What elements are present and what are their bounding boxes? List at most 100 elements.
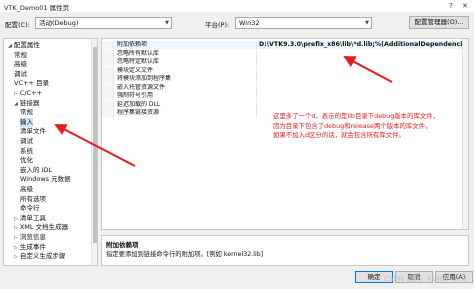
- platform-label: 平台(P):: [205, 21, 230, 29]
- chevron-right-icon[interactable]: ▷: [14, 91, 18, 97]
- tree-item[interactable]: ◢ 配置属性: [8, 41, 40, 50]
- row-gutter: [102, 100, 114, 109]
- row-gutter: [102, 49, 114, 58]
- chevron-down-icon: ▼: [165, 20, 169, 26]
- property-value[interactable]: D:\VTK9.3.0\prefix_x86\lib\*d.lib;%(Addi…: [259, 41, 468, 49]
- property-row[interactable]: 忽略特定默认库: [102, 58, 468, 66]
- property-row[interactable]: 嵌入托管资源文件: [102, 83, 468, 92]
- tree-item-label: 命令行: [20, 204, 40, 213]
- row-gutter: [102, 58, 114, 66]
- tree-item-label: 配置属性: [13, 41, 40, 49]
- config-label: 配置(C):: [5, 21, 30, 29]
- tree-item[interactable]: ▷ 自定义生成步骤: [14, 252, 65, 261]
- property-name: 附加依赖项: [117, 41, 257, 49]
- chevron-right-icon[interactable]: ▷: [14, 254, 18, 260]
- tree-item[interactable]: 输入: [20, 117, 33, 127]
- tree-item-label: 清单工具: [19, 213, 46, 222]
- window-title: VTK_Demo01 属性页: [4, 4, 70, 12]
- chevron-right-icon[interactable]: ▷: [14, 225, 18, 231]
- tree-item[interactable]: 所有选项: [20, 195, 46, 204]
- tree-item[interactable]: 高级: [14, 60, 27, 69]
- tree-item-label: XML 文档生成器: [19, 223, 69, 232]
- chevron-right-icon[interactable]: ▷: [14, 245, 18, 251]
- chevron-down-icon[interactable]: ◢: [14, 101, 18, 107]
- tree-item[interactable]: 优化: [20, 156, 33, 165]
- tree-item[interactable]: 调试: [14, 70, 27, 79]
- title-bar: VTK_Demo01 属性页 ? ✕: [0, 0, 474, 12]
- row-gutter: [102, 41, 114, 49]
- tree-item-label: 浏览信息: [19, 233, 46, 241]
- platform-select[interactable]: Win32 ▼: [235, 17, 372, 29]
- config-select[interactable]: 活动(Debug) ▼: [35, 17, 172, 29]
- tree-item-label: C/C++: [19, 89, 43, 97]
- tree-item[interactable]: ◢ 链接器: [14, 99, 39, 108]
- tree-item-label: Windows 元数据: [20, 175, 71, 184]
- chevron-right-icon[interactable]: ▷: [14, 235, 18, 241]
- tree-item[interactable]: Windows 元数据: [20, 175, 71, 184]
- property-row[interactable]: 附加依赖项 D:\VTK9.3.0\prefix_x86\lib\*d.lib;%…: [102, 41, 468, 49]
- tree-item-label: 调试: [14, 69, 27, 78]
- help-icon[interactable]: ?: [446, 1, 456, 11]
- row-gutter: [102, 92, 114, 100]
- tree-scrollbar-thumb[interactable]: [93, 47, 97, 243]
- tree-item-label: 高级: [14, 60, 27, 69]
- close-icon[interactable]: ✕: [460, 1, 470, 11]
- chevron-down-icon: ▼: [365, 20, 369, 26]
- tree-item-label: VC++ 目录: [14, 79, 49, 88]
- tree-item-label: 常规: [14, 50, 27, 59]
- tree-item[interactable]: ▷ 生成事件: [14, 243, 46, 252]
- property-name: 模块定义文件: [117, 66, 257, 75]
- tree-item[interactable]: 清单文件: [20, 127, 46, 136]
- tree-item-label: 链接器: [19, 98, 40, 107]
- property-name: 忽略特定默认库: [117, 58, 257, 66]
- tree-item-label: 生成事件: [19, 242, 46, 251]
- tree-item[interactable]: 命令行: [20, 204, 40, 213]
- property-name: 忽略所有默认库: [117, 49, 257, 58]
- tree-item-label: 常规: [20, 108, 33, 117]
- property-name: 延迟加载的 DLL: [117, 100, 257, 109]
- tree-item[interactable]: 调试: [20, 137, 33, 146]
- tree-item-label: 嵌入的 IDL: [20, 165, 53, 174]
- tree-item[interactable]: ▷ 清单工具: [14, 214, 46, 223]
- tree-item-label: 优化: [20, 156, 33, 165]
- property-row[interactable]: 将模块添加到程序集: [102, 75, 468, 83]
- tree-item[interactable]: 高级: [20, 185, 33, 194]
- chevron-down-icon[interactable]: ◢: [8, 43, 12, 49]
- tree-item[interactable]: 常规: [20, 108, 33, 117]
- property-row[interactable]: 模块定义文件: [102, 66, 468, 75]
- description-text: 指定要添加到链接命令行的附加项。[例如 kernel32.lib]: [106, 251, 264, 258]
- watermark: CSDN @zly_414027173: [384, 275, 467, 283]
- tree-item[interactable]: 嵌入的 IDL: [20, 166, 52, 175]
- tree-item[interactable]: ▷ 浏览信息: [14, 233, 46, 242]
- annotation-note: 这里多了一个d，表示的是lib目录下debug版本的库文件， 因为目录下包含了d…: [273, 112, 469, 141]
- row-gutter: [102, 83, 114, 92]
- tree-item-label: 调试: [20, 137, 33, 145]
- tree-item-label: 系统: [20, 146, 33, 155]
- configuration-bar: 配置(C): 活动(Debug) ▼ 平台(P): Win32 ▼ 配置管理器(…: [0, 12, 474, 34]
- property-name: 程序集链接资源: [117, 109, 257, 117]
- property-row[interactable]: 强制符号引用: [102, 92, 468, 100]
- tree-item[interactable]: VC++ 目录: [14, 79, 49, 88]
- annotation-line: 因为目录下包含了debug和release两个版本的库文件，: [273, 121, 432, 130]
- platform-select-value: Win32: [239, 19, 260, 27]
- property-row[interactable]: 延迟加载的 DLL: [102, 100, 468, 109]
- configuration-manager-button[interactable]: 配置管理器(O)...: [409, 16, 469, 29]
- property-row[interactable]: 忽略所有默认库: [102, 49, 468, 58]
- tree-item[interactable]: ▷ XML 文档生成器: [14, 223, 68, 232]
- property-name: 强制符号引用: [117, 92, 257, 100]
- annotation-line: 这里多了一个d，表示的是lib目录下debug版本的库文件，: [273, 112, 440, 120]
- row-gutter: [102, 66, 114, 75]
- property-name: 嵌入托管资源文件: [117, 83, 257, 92]
- tree-item-label: 自定义生成步骤: [19, 252, 66, 261]
- tree-scrollbar[interactable]: [91, 39, 97, 265]
- property-tree: ◢ 配置属性 常规 高级 调试 VC++ 目录 ▷ C/C++ ◢ 链接器 常规 输入 清单文件 调试 系统…: [3, 38, 98, 266]
- description-title: 附加依赖项: [106, 241, 139, 249]
- annotation-line: 如果不加入d区分的话，就会包含所有库文件。: [273, 131, 405, 139]
- row-gutter: [102, 109, 114, 117]
- tree-item[interactable]: 系统: [20, 147, 33, 156]
- property-name: 将模块添加到程序集: [117, 75, 257, 83]
- tree-item[interactable]: ▷ C/C++: [14, 89, 42, 98]
- row-gutter: [102, 75, 114, 83]
- tree-item[interactable]: 常规: [14, 51, 27, 60]
- chevron-right-icon[interactable]: ▷: [14, 216, 18, 222]
